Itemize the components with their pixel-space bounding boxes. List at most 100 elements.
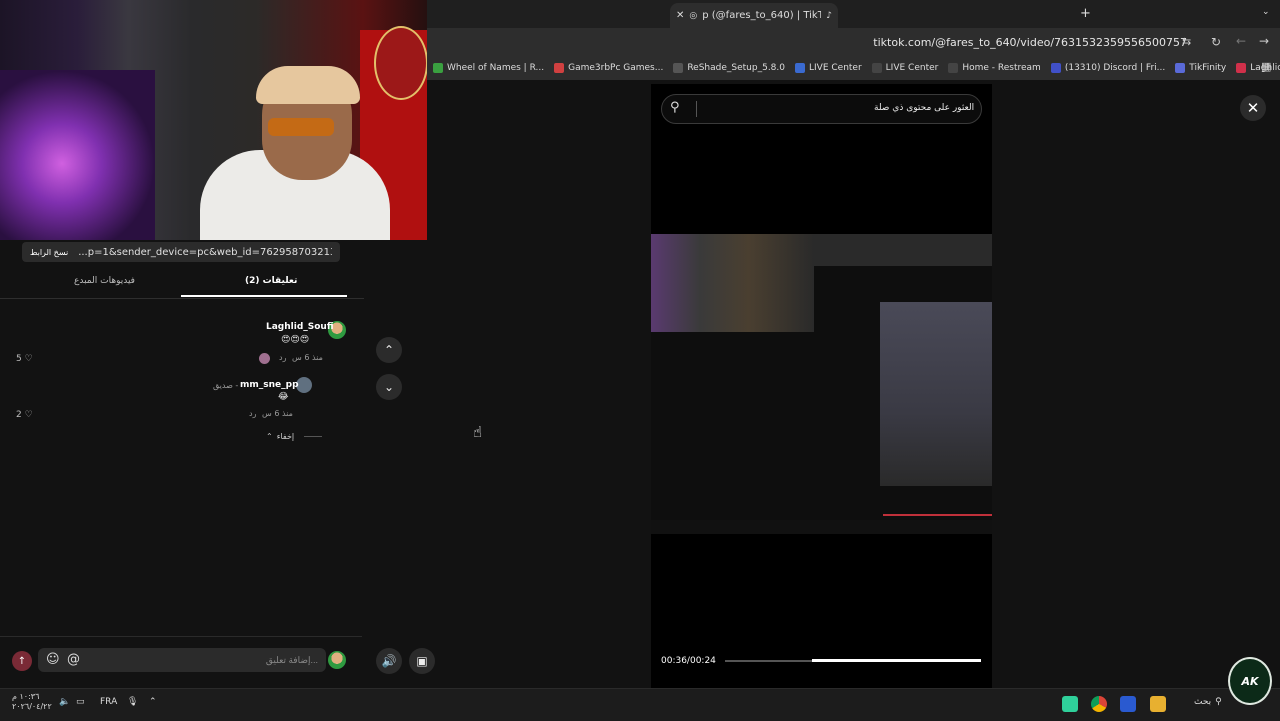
streamer-cap bbox=[256, 66, 360, 104]
heart-icon: ♡ bbox=[24, 410, 33, 420]
volume-button[interactable]: 🔊 bbox=[376, 648, 402, 674]
reply-button[interactable]: رد bbox=[249, 409, 256, 418]
language-indicator[interactable]: FRA bbox=[100, 697, 117, 707]
microphone-icon[interactable]: 🎙 bbox=[127, 697, 138, 707]
tab-bar bbox=[427, 0, 1280, 28]
bookmark-item[interactable]: ReShade_Setup_5.8.0 bbox=[673, 63, 785, 73]
back-icon[interactable]: ← bbox=[1236, 34, 1246, 48]
mention-icon[interactable]: @ bbox=[67, 652, 80, 667]
taskbar bbox=[0, 688, 1280, 721]
tab-title: p (@fares_to_640) | TikTok bbox=[702, 10, 822, 21]
video-progress-fill bbox=[812, 659, 981, 662]
reply-button[interactable]: رد bbox=[279, 353, 286, 362]
all-bookmarks-icon[interactable]: ▦ bbox=[1261, 60, 1271, 73]
speaker-icon: 🔊 bbox=[381, 654, 397, 668]
chevron-up-icon: ⌃ bbox=[266, 432, 273, 441]
file-explorer-icon[interactable] bbox=[1150, 696, 1166, 712]
tab-comments[interactable]: (2) تعليقات bbox=[245, 276, 297, 286]
friend-badge: صديق - bbox=[213, 381, 239, 390]
bookmark-favicon-icon bbox=[1236, 63, 1247, 73]
bookmark-item[interactable]: LIVE Center bbox=[871, 63, 938, 73]
bookmark-favicon-icon bbox=[795, 63, 805, 73]
clock[interactable]: ١٠:٣٦ م ٢٠٢٦/٠٤/٢٢ bbox=[12, 692, 52, 712]
bookmarks-bar: Wheel of Names | R... Game3rbPc Games...… bbox=[427, 56, 1280, 80]
store-icon[interactable] bbox=[1120, 696, 1136, 712]
search-icon: ⚲ bbox=[1215, 697, 1222, 707]
comment-time: منذ 6 س bbox=[292, 353, 323, 362]
video-red-line bbox=[883, 514, 992, 516]
chevron-down-icon: ⌄ bbox=[383, 380, 395, 394]
comment-input[interactable] bbox=[38, 648, 326, 672]
channel-logo: AK bbox=[1228, 657, 1272, 705]
emoji-icon[interactable]: ☺ bbox=[46, 652, 60, 667]
club-logo bbox=[374, 26, 427, 100]
reload-icon[interactable]: ↻ bbox=[1211, 35, 1221, 49]
chrome-icon[interactable] bbox=[1091, 696, 1107, 712]
video-timestamp: 00:36/00:24 bbox=[661, 656, 716, 666]
search-icon[interactable]: ⚲ bbox=[670, 100, 680, 115]
phone-link-icon[interactable] bbox=[1062, 696, 1078, 712]
bookmark-item[interactable]: Game3rbPc Games... bbox=[554, 63, 663, 73]
volume-tray-icon[interactable]: 🔈 bbox=[59, 697, 70, 707]
bookmark-item[interactable]: LIVE Center bbox=[795, 63, 862, 73]
previous-video-button[interactable]: ⌃ bbox=[376, 337, 402, 363]
video-browser-strip bbox=[814, 234, 992, 266]
comment-author[interactable]: mm_sne_pp bbox=[240, 380, 299, 390]
like-count[interactable]: 5 ♡ bbox=[16, 354, 33, 364]
url-text[interactable]: tiktok.com/@fares_to_640/video/763153235… bbox=[873, 36, 1187, 49]
webcam-overlay bbox=[0, 0, 427, 240]
copy-link-button[interactable]: نسخ الرابط bbox=[30, 248, 68, 257]
bookmark-favicon-icon bbox=[554, 63, 565, 73]
bookmark-item[interactable]: (13310) Discord | Fri... bbox=[1050, 63, 1165, 73]
bookmark-favicon-icon bbox=[1050, 63, 1061, 73]
tiktok-logo-icon: ♪ bbox=[826, 10, 832, 21]
floating-player-button[interactable]: ▣ bbox=[409, 648, 435, 674]
forward-icon[interactable]: → bbox=[1259, 34, 1269, 48]
streamer-glasses bbox=[268, 118, 334, 136]
hand-cursor-icon: ☝ bbox=[473, 423, 483, 441]
new-tab-button[interactable]: + bbox=[1080, 6, 1091, 21]
divider-line bbox=[304, 436, 323, 437]
bookmark-favicon-icon bbox=[1175, 63, 1186, 73]
bookmark-item[interactable]: Home - Restream bbox=[948, 63, 1041, 73]
arrow-up-icon: ↑ bbox=[17, 655, 27, 667]
my-avatar bbox=[328, 651, 346, 669]
bookmark-favicon-icon bbox=[433, 63, 443, 73]
display-tray-icon[interactable]: ▭ bbox=[76, 697, 85, 707]
tiktok-favicon-icon: ◎ bbox=[689, 10, 698, 21]
comment-text: 😂 bbox=[278, 392, 289, 402]
send-comment-button[interactable]: ↑ bbox=[12, 651, 32, 671]
share-link-text: ...p=1&sender_device=pc&web_id=762958703… bbox=[78, 246, 332, 258]
search-text[interactable]: العثور على محتوى ذي صلة bbox=[874, 103, 974, 113]
video-content bbox=[651, 234, 992, 534]
close-icon: ✕ bbox=[1246, 99, 1260, 117]
bookmark-favicon-icon bbox=[673, 63, 684, 73]
video-discord-window bbox=[880, 302, 992, 486]
close-video-button[interactable]: ✕ bbox=[1240, 95, 1266, 121]
pc-case bbox=[0, 70, 155, 240]
bookmark-item[interactable]: Laghlid_Soufi (...(+99) bbox=[1236, 63, 1280, 73]
taskbar-search[interactable]: بحث ⚲ bbox=[1194, 697, 1222, 707]
next-video-button[interactable]: ⌄ bbox=[376, 374, 402, 400]
like-count[interactable]: 2 ♡ bbox=[16, 410, 33, 420]
video-webcam-thumb bbox=[651, 234, 814, 332]
browser-tab-active[interactable]: ✕ ◎ p (@fares_to_640) | TikTok ♪ bbox=[670, 3, 838, 28]
tray-chevron-icon[interactable]: ⌃ bbox=[149, 697, 157, 707]
video-lower-strip bbox=[651, 520, 992, 534]
comment-time: منذ 6 س bbox=[262, 409, 293, 418]
tab-creator-videos[interactable]: فيديوهات المبدع bbox=[74, 276, 135, 286]
pip-icon: ▣ bbox=[416, 654, 428, 668]
close-tab-icon[interactable]: ✕ bbox=[676, 10, 684, 21]
hide-replies-button[interactable]: ⌃ إخفاء bbox=[266, 432, 323, 441]
tab-active-indicator bbox=[181, 295, 347, 297]
site-settings-icon[interactable]: ⇆ bbox=[1182, 35, 1191, 48]
bookmark-item[interactable]: Wheel of Names | R... bbox=[433, 63, 544, 73]
chevron-up-icon: ⌃ bbox=[383, 343, 395, 357]
creator-liked-avatar bbox=[259, 353, 270, 364]
comment-text: 😍😍😍 bbox=[281, 335, 310, 345]
tab-menu-chevron-icon[interactable]: ⌄ bbox=[1262, 7, 1270, 17]
comment-author[interactable]: Laghlid_Soufi bbox=[266, 322, 334, 332]
bookmark-item[interactable]: TikFinity bbox=[1175, 63, 1226, 73]
bookmark-favicon-icon bbox=[871, 63, 882, 73]
bookmark-favicon-icon bbox=[948, 63, 959, 73]
